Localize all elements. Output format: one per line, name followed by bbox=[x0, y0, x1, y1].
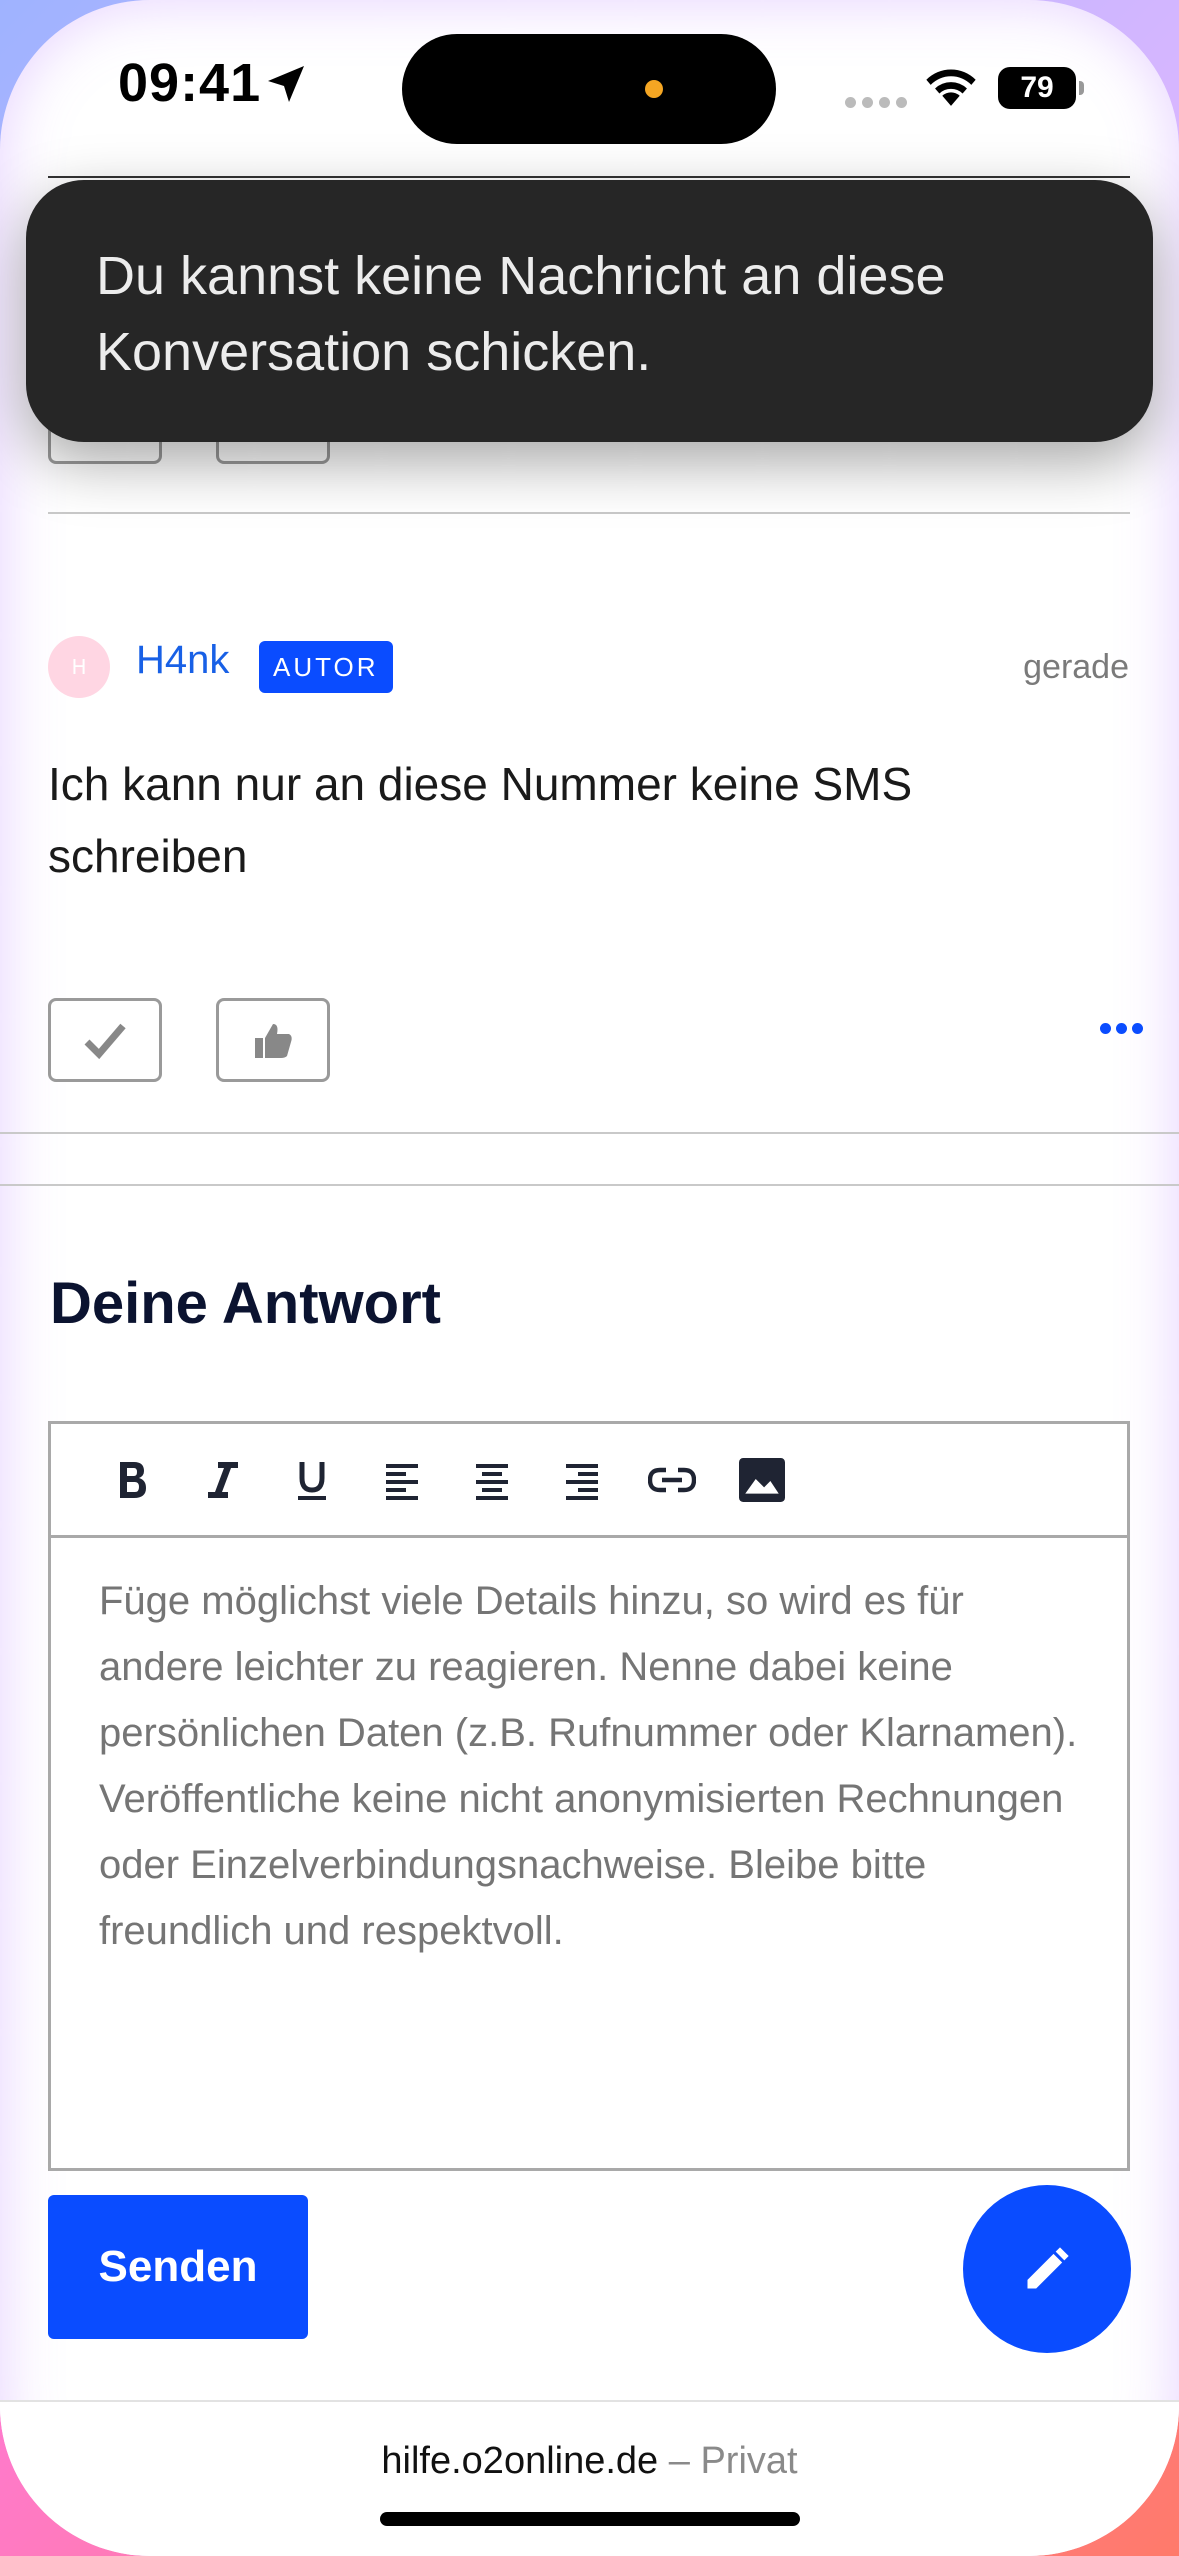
pencil-icon bbox=[1027, 2247, 1069, 2289]
more-options-icon[interactable] bbox=[1100, 1023, 1143, 1034]
dynamic-island bbox=[402, 34, 776, 144]
wifi-icon bbox=[926, 69, 976, 106]
thumbs-up-icon bbox=[255, 1024, 292, 1058]
compose-fab-button[interactable] bbox=[963, 2185, 1131, 2353]
browser-url-bar[interactable]: hilfe.o2online.de – Privat bbox=[0, 2400, 1179, 2556]
editor-toolbar bbox=[51, 1424, 1127, 1538]
underline-icon[interactable] bbox=[267, 1435, 357, 1525]
home-indicator[interactable] bbox=[380, 2512, 800, 2526]
location-arrow-icon bbox=[268, 66, 304, 102]
status-time: 09:41 bbox=[118, 53, 262, 113]
url-domain: hilfe.o2online.de bbox=[381, 2440, 659, 2482]
reply-section-title: Deine Antwort bbox=[50, 1271, 441, 1336]
bold-icon[interactable] bbox=[87, 1435, 177, 1525]
divider bbox=[0, 1184, 1179, 1186]
send-button[interactable]: Senden bbox=[48, 2195, 308, 2339]
reply-textarea[interactable] bbox=[51, 1538, 1127, 2171]
check-icon bbox=[84, 1023, 126, 1060]
divider bbox=[0, 1132, 1179, 1134]
url-display: hilfe.o2online.de – Privat bbox=[0, 2440, 1179, 2483]
like-button[interactable] bbox=[216, 998, 330, 1082]
private-mode-label: Privat bbox=[700, 2440, 798, 2482]
cellular-signal-icon bbox=[845, 97, 907, 108]
toast-message: Du kannst keine Nachricht an diese Konve… bbox=[96, 246, 946, 382]
align-left-icon[interactable] bbox=[357, 1435, 447, 1525]
phone-screen: 09:41 79 Du kannst keine Nachricht an di… bbox=[0, 0, 1179, 2556]
post-body: Ich kann nur an diese Nummer keine SMS s… bbox=[48, 758, 913, 882]
link-icon[interactable] bbox=[627, 1435, 717, 1525]
divider bbox=[48, 512, 1130, 514]
author-badge: AUTOR bbox=[259, 641, 393, 693]
privacy-indicator-icon bbox=[645, 80, 663, 98]
align-center-icon[interactable] bbox=[447, 1435, 537, 1525]
image-icon[interactable] bbox=[717, 1435, 807, 1525]
divider bbox=[48, 176, 1130, 178]
reply-editor bbox=[48, 1421, 1130, 2171]
align-right-icon[interactable] bbox=[537, 1435, 627, 1525]
battery-indicator: 79 bbox=[998, 67, 1084, 109]
toast-notification: Du kannst keine Nachricht an diese Konve… bbox=[26, 180, 1153, 442]
post-timestamp: gerade bbox=[1023, 648, 1129, 686]
accept-solution-button[interactable] bbox=[48, 998, 162, 1082]
author-avatar[interactable]: H bbox=[48, 636, 110, 698]
author-name-link[interactable]: H4nk bbox=[136, 638, 229, 683]
status-bar: 09:41 79 bbox=[0, 0, 1179, 170]
italic-icon[interactable] bbox=[177, 1435, 267, 1525]
url-separator: – bbox=[668, 2440, 690, 2482]
